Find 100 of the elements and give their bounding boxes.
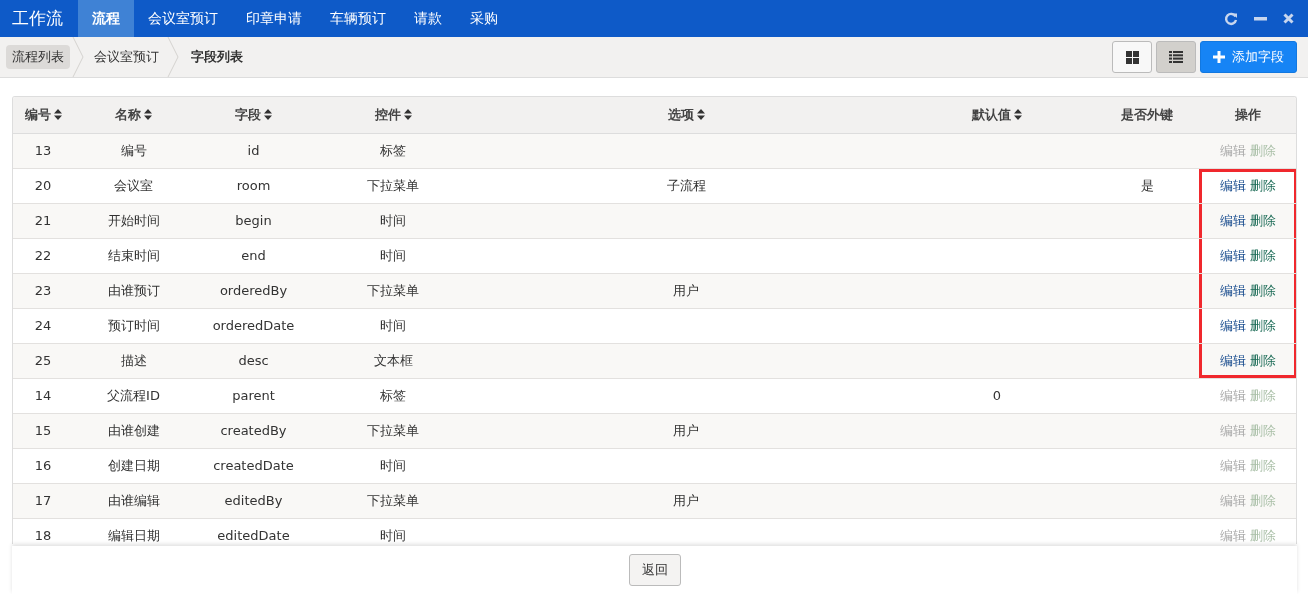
chevron-separator-icon: [72, 37, 84, 77]
table-cell: 结束时间: [107, 248, 160, 263]
edit-link[interactable]: 编辑: [1220, 213, 1246, 228]
table-cell: 子流程: [666, 178, 706, 193]
minimize-icon[interactable]: [1254, 16, 1267, 21]
table-cell: 13: [34, 143, 52, 158]
nav-tab[interactable]: 车辆预订: [316, 0, 400, 37]
sort-icon[interactable]: [144, 109, 152, 120]
app-title: 工作流: [11, 7, 64, 30]
table-cell: orderedDate: [212, 318, 295, 333]
edit-link[interactable]: 编辑: [1220, 353, 1246, 368]
nav-tab[interactable]: 采购: [456, 0, 512, 37]
back-button[interactable]: 返回: [628, 554, 681, 586]
table-cell: 18: [34, 528, 52, 543]
table-cell: 预订时间: [107, 318, 160, 333]
column-header[interactable]: 控件: [313, 97, 473, 134]
breadcrumb-item[interactable]: 会议室预订: [84, 48, 165, 66]
table-cell: 时间: [380, 458, 406, 473]
table-cell: 时间: [380, 213, 406, 228]
table-cell: 编号: [120, 143, 147, 158]
table-cell: 编辑日期: [107, 528, 160, 543]
table-cell: 14: [34, 388, 52, 403]
table-cell: 时间: [380, 248, 406, 263]
column-header[interactable]: 选项: [473, 97, 899, 134]
table-cell: 21: [34, 213, 52, 228]
nav-tab[interactable]: 请款: [400, 0, 456, 37]
delete-link[interactable]: 删除: [1250, 318, 1276, 333]
breadcrumb-item[interactable]: 字段列表: [179, 48, 249, 66]
table-cell: 由谁预订: [107, 283, 160, 298]
table-cell: 时间: [380, 318, 406, 333]
table-cell: editedBy: [224, 493, 283, 508]
table-cell: 0: [992, 388, 1002, 403]
table-cell: 下拉菜单: [367, 283, 419, 298]
table-cell: 下拉菜单: [367, 423, 419, 438]
list-icon: [1169, 51, 1183, 63]
table-cell: 24: [34, 318, 52, 333]
table-cell: 用户: [673, 283, 699, 298]
breadcrumb-item[interactable]: 流程列表: [6, 45, 70, 69]
add-field-button[interactable]: 添加字段: [1200, 41, 1297, 73]
table-cell: desc: [238, 353, 269, 368]
sort-icon[interactable]: [696, 109, 705, 120]
column-header[interactable]: 名称: [73, 97, 194, 134]
column-header[interactable]: 默认值: [899, 97, 1095, 134]
nav-tab[interactable]: 印章申请: [232, 0, 316, 37]
table-cell: 标签: [380, 143, 406, 158]
table-cell: createdBy: [220, 423, 287, 438]
sort-icon[interactable]: [264, 109, 272, 120]
table-cell: 下拉菜单: [367, 493, 419, 508]
table-cell: 25: [34, 353, 52, 368]
table-cell: 父流程ID: [107, 388, 160, 403]
column-header: 操作: [1199, 97, 1296, 134]
table-cell: 16: [34, 458, 52, 473]
column-header[interactable]: 编号: [13, 97, 73, 134]
delete-link[interactable]: 删除: [1250, 213, 1276, 228]
table-cell: 下拉菜单: [367, 178, 419, 193]
table-cell: 时间: [380, 528, 406, 543]
table-cell: 由谁编辑: [107, 493, 160, 508]
delete-link[interactable]: 删除: [1250, 353, 1276, 368]
edit-link[interactable]: 编辑: [1220, 178, 1246, 193]
refresh-icon[interactable]: [1224, 11, 1238, 26]
table-cell: room: [236, 178, 271, 193]
table-cell: begin: [235, 213, 272, 228]
grid-view-button[interactable]: [1112, 41, 1152, 73]
sort-icon[interactable]: [1014, 109, 1022, 120]
delete-link[interactable]: 删除: [1250, 283, 1276, 298]
list-view-button[interactable]: [1156, 41, 1196, 73]
table-cell: orderedBy: [219, 283, 288, 298]
edit-link[interactable]: 编辑: [1220, 318, 1246, 333]
table-cell: 20: [34, 178, 52, 193]
table-cell: id: [247, 143, 260, 158]
delete-link[interactable]: 删除: [1250, 178, 1276, 193]
edit-link[interactable]: 编辑: [1220, 248, 1246, 263]
table-cell: 标签: [380, 388, 406, 403]
delete-link[interactable]: 删除: [1250, 248, 1276, 263]
table-cell: 17: [34, 493, 52, 508]
table-cell: 文本框: [373, 353, 413, 368]
nav-tab[interactable]: 流程: [78, 0, 134, 37]
table-cell: createdDate: [213, 458, 294, 473]
nav-tab[interactable]: 会议室预订: [134, 0, 232, 37]
plus-icon: [1213, 51, 1225, 63]
table-cell: 描述: [120, 353, 147, 368]
table-cell: 由谁创建: [107, 423, 160, 438]
table-cell: 用户: [673, 423, 699, 438]
sort-icon[interactable]: [53, 109, 62, 120]
table-cell: parent: [232, 388, 275, 403]
column-header[interactable]: 字段: [194, 97, 313, 134]
table-cell: editedDate: [217, 528, 290, 543]
table-cell: 会议室: [114, 178, 153, 193]
table-cell: 开始时间: [107, 213, 160, 228]
table-cell: end: [241, 248, 266, 263]
table-cell: 创建日期: [107, 458, 160, 473]
table-cell: 23: [34, 283, 52, 298]
table-cell: 用户: [673, 493, 699, 508]
table-cell: 是: [1140, 178, 1154, 193]
sort-icon[interactable]: [403, 109, 412, 120]
table-cell: 22: [34, 248, 52, 263]
grid-icon: [1125, 50, 1139, 64]
edit-link[interactable]: 编辑: [1220, 283, 1246, 298]
column-header: 是否外键: [1095, 97, 1199, 134]
close-icon[interactable]: [1283, 13, 1294, 24]
